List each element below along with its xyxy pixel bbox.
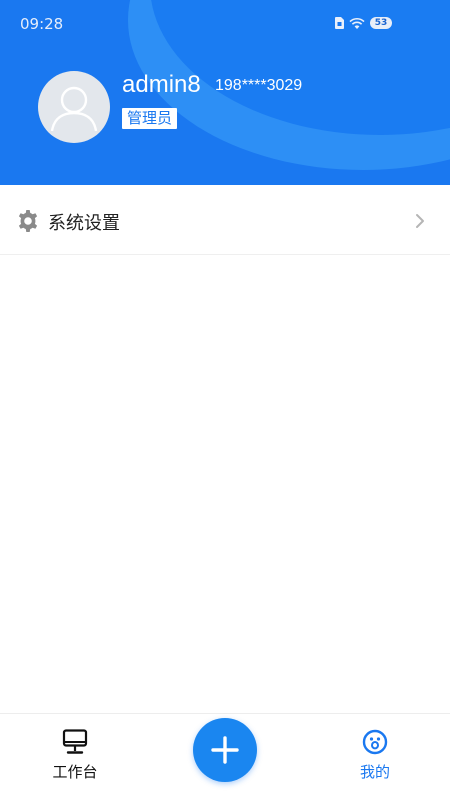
tab-workbench-label: 工作台 [52,763,98,781]
profile-face-icon [362,729,388,755]
profile-header: 09:28 53 admin8 198****3029 管理员 [0,0,450,185]
chevron-right-icon [416,214,424,228]
system-settings-row[interactable]: 系统设置 [0,187,450,255]
tab-workbench[interactable]: 工作台 [30,714,120,800]
plus-icon [211,736,239,764]
default-user-avatar-icon [50,86,98,132]
battery-icon: 53 [370,17,392,29]
status-icons: 53 [335,17,392,29]
status-time: 09:28 [20,15,64,33]
status-bar: 09:28 53 [0,0,450,50]
avatar[interactable] [38,71,110,143]
monitor-icon [62,729,88,754]
settings-label: 系统设置 [48,213,120,234]
username: admin8 [122,71,201,98]
tab-mine-label: 我的 [359,763,390,781]
sim-card-icon [335,17,344,29]
gear-icon [18,210,38,232]
profile-screen: 09:28 53 admin8 198****3029 管理员 系统设置 工作台… [0,0,450,800]
wifi-icon [349,17,365,29]
tab-mine[interactable]: 我的 [330,714,420,800]
phone-number: 198****3029 [215,77,303,94]
role-badge: 管理员 [122,108,178,129]
add-button[interactable] [193,718,257,782]
